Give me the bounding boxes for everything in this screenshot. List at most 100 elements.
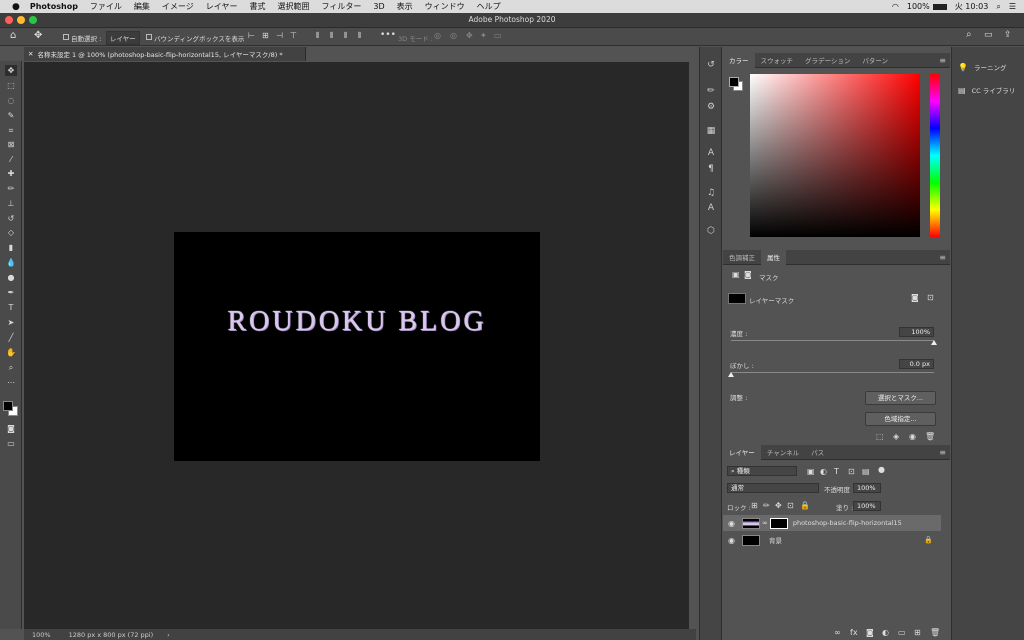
menu-3d[interactable]: 3D [373,2,384,11]
crop-tool-icon[interactable]: ⌗ [5,125,17,136]
home-icon[interactable]: ⌂ [10,30,16,41]
add-vector-mask-icon[interactable]: ⊡ [927,293,934,302]
filter-type-icon[interactable]: T [834,467,839,476]
frame-tool-icon[interactable]: ⊠ [5,139,17,150]
glyphs-panel-icon[interactable]: ♫ [705,187,717,199]
select-and-mask-button[interactable]: 選択とマスク... [865,391,936,405]
chain-link-icon[interactable]: ∞ [762,519,768,527]
align-centers-icon[interactable]: ⊞ [262,31,269,40]
distribute-center-icon[interactable]: ⫴ [330,31,333,41]
edit-toolbar-icon[interactable]: ⋯ [5,377,17,388]
align-left-edges-icon[interactable]: ⊢ [248,31,255,40]
fill-field[interactable]: 100% [853,501,881,511]
menu-edit[interactable]: 編集 [134,1,150,12]
line-tool-icon[interactable]: ╱ [5,332,17,343]
stamp-tool-icon[interactable]: ⊥ [5,198,17,209]
panel-menu-icon[interactable]: ≡ [939,56,946,65]
lock-pixels-icon[interactable]: ✏ [763,501,770,510]
layer-name[interactable]: 背景 [769,535,782,545]
workspace-icon[interactable]: ▭ [984,30,993,40]
layer-filter-kind-dropdown[interactable]: ⌕ 種類 [727,466,797,476]
slide-3d-icon[interactable]: ✦ [480,31,487,40]
path-select-tool-icon[interactable]: ➤ [5,317,17,328]
wifi-icon[interactable]: ◠ [892,2,899,11]
tab-patterns[interactable]: パターン [856,53,894,68]
character-panel-icon[interactable]: A [705,147,717,159]
eyedropper-tool-icon[interactable]: ⁄ [5,154,17,165]
apply-mask-icon[interactable]: ◈ [893,432,899,441]
layer-row-background[interactable]: ◉ 背景 🔒 [723,532,941,548]
align-right-edges-icon[interactable]: ⊣ [276,31,283,40]
menu-file[interactable]: ファイル [90,1,122,12]
tab-paths[interactable]: パス [805,445,830,460]
layer-style-icon[interactable]: fx [850,628,858,637]
distribute-bottom-icon[interactable]: ⫴ [358,31,361,41]
hue-slider[interactable] [930,74,940,237]
search-icon[interactable]: ⌕ [966,29,972,40]
roll-3d-icon[interactable]: ◎ [450,31,457,40]
distribute-right-icon[interactable]: ⫴ [344,31,347,41]
healing-brush-icon[interactable]: ✚ [5,168,17,179]
adjustments-panel-icon[interactable]: ⚙ [705,101,717,113]
menu-type[interactable]: 書式 [250,1,266,12]
type-tool-icon[interactable]: T [5,302,17,313]
menu-image[interactable]: イメージ [162,1,194,12]
tab-properties[interactable]: 属性 [761,249,786,265]
menubar-clock[interactable]: 火 10:03 [955,1,989,12]
more-options-icon[interactable]: ••• [380,30,396,40]
new-layer-icon[interactable]: ⊞ [914,628,921,637]
density-field[interactable]: 100% [899,327,934,337]
add-mask-icon[interactable]: ◙ [866,628,874,637]
filter-pixel-icon[interactable]: ▣ [807,467,815,476]
delete-layer-icon[interactable]: 🗑 [930,628,940,637]
status-chevron-icon[interactable]: › [167,631,170,639]
control-center-icon[interactable]: ☰ [1009,2,1016,11]
layer-row-top[interactable]: ◉ ∞ photoshop-basic-flip-horizontal15 [723,515,941,531]
marquee-tool-icon[interactable]: ⬚ [5,80,17,91]
pen-tool-icon[interactable]: ✒ [5,287,17,298]
screen-mode-icon[interactable]: ▭ [5,438,17,449]
tab-adjustments[interactable]: 色調補正 [723,250,761,265]
mask-to-selection-icon[interactable]: ⬚ [876,432,884,441]
density-slider-knob[interactable] [931,340,937,345]
tab-color[interactable]: カラー [723,52,755,68]
checkbox-auto-select[interactable] [63,34,69,40]
visibility-eye-icon[interactable]: ◉ [728,519,735,528]
mask-type-icon[interactable]: ◙ [744,270,752,279]
feather-slider-track[interactable] [731,372,934,373]
tab-layers[interactable]: レイヤー [723,444,761,460]
lasso-tool-icon[interactable]: ◌ [5,95,17,106]
layers-menu-icon[interactable]: ≡ [939,448,946,457]
distribute-icon[interactable]: ⫴ [316,31,319,41]
drag-3d-icon[interactable]: ✥ [466,31,473,40]
brush-tool-icon[interactable]: ✏ [5,183,17,194]
lock-artboard-icon[interactable]: ⊡ [787,501,794,510]
checkbox-bounding-box[interactable] [146,34,152,40]
layer-name[interactable]: photoshop-basic-flip-horizontal15 [793,519,902,527]
zoom-tool-icon[interactable]: ⌕ [5,362,17,373]
lock-transparent-icon[interactable]: ⊞ [751,501,758,510]
learn-panel-item[interactable]: 💡 ラーニング [958,62,1007,72]
quick-mask-icon[interactable]: ◙ [5,423,17,434]
pixel-layer-icon[interactable]: ▣ [732,270,740,279]
delete-mask-icon[interactable]: 🗑 [925,432,935,441]
opacity-field[interactable]: 100% [853,483,881,493]
lock-position-icon[interactable]: ✥ [775,501,782,510]
visibility-eye-icon[interactable]: ◉ [728,536,735,545]
character-styles-icon[interactable]: A [705,202,717,214]
new-group-icon[interactable]: ▭ [898,628,906,637]
select-pixel-mask-icon[interactable]: ◙ [911,293,919,302]
zoom-level[interactable]: 100% [32,631,51,639]
hand-tool-icon[interactable]: ✋ [5,347,17,358]
dodge-tool-icon[interactable]: ● [5,272,17,283]
menu-app-name[interactable]: Photoshop [30,2,78,11]
history-panel-icon[interactable]: ↺ [705,59,717,71]
gradient-tool-icon[interactable]: ▮ [5,242,17,253]
filter-toggle-icon[interactable]: ● [878,465,885,474]
menu-window[interactable]: ウィンドウ [425,1,465,12]
spotlight-icon[interactable]: ⌕ [996,2,1000,12]
document-canvas[interactable]: ROUDOKU BLOG [174,232,540,461]
filter-adjustment-icon[interactable]: ◐ [820,467,827,476]
foreground-color-swatch[interactable] [3,401,13,411]
brush-panel-icon[interactable]: ✏ [705,85,717,97]
